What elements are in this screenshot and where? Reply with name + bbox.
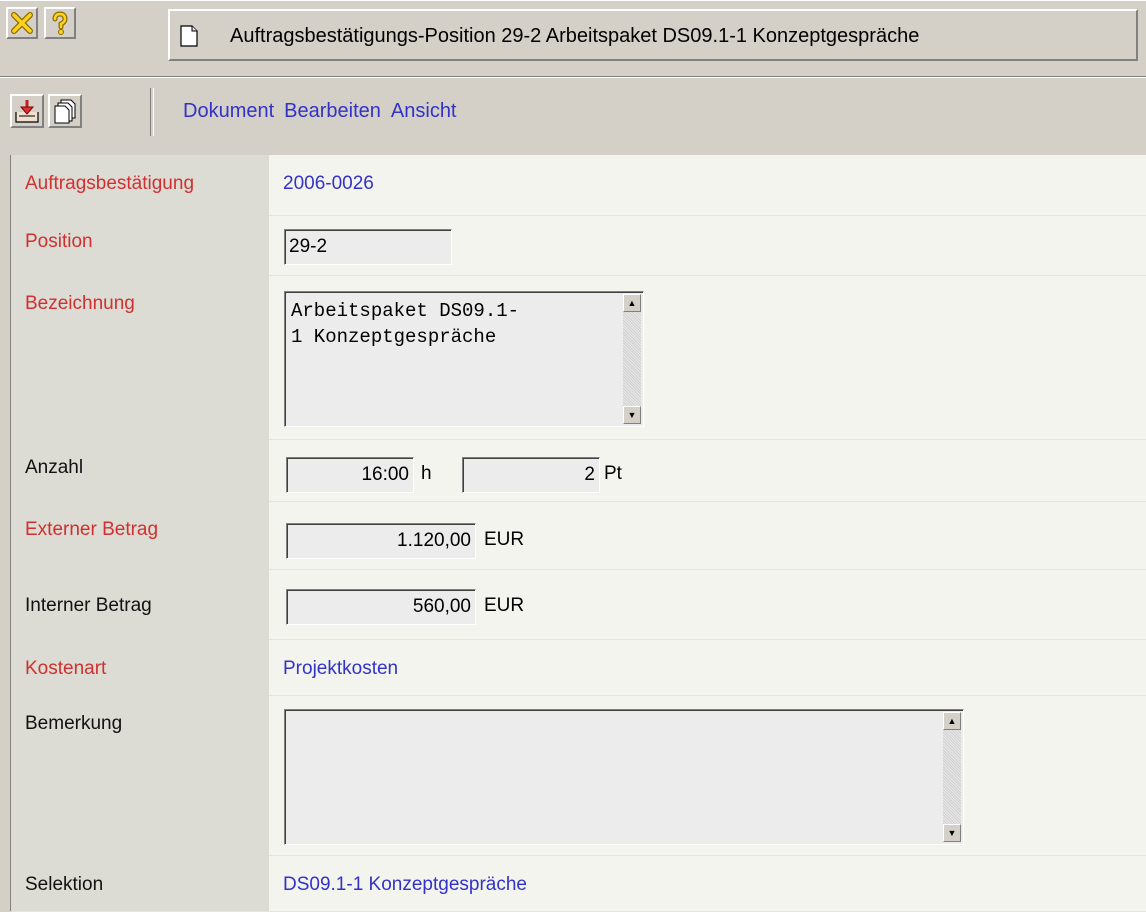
close-button[interactable] bbox=[6, 7, 38, 39]
label-bezeichnung: Bezeichnung bbox=[25, 293, 135, 314]
bezeichnung-scrollbar[interactable]: ▲ ▼ bbox=[623, 294, 641, 424]
label-auftragsbestaetigung: Auftragsbestätigung bbox=[25, 173, 195, 194]
interner-betrag-field[interactable]: 560,00 bbox=[286, 589, 476, 625]
scroll-up-arrow-icon[interactable]: ▲ bbox=[943, 712, 961, 730]
bemerkung-textarea[interactable]: ▲ ▼ bbox=[284, 709, 964, 845]
row-externer-betrag: Externer Betrag 1.120,00 EUR bbox=[11, 501, 1146, 570]
hours-field[interactable]: 16:00 bbox=[286, 457, 414, 493]
document-icon bbox=[180, 25, 198, 47]
externer-betrag-value: 1.120,00 bbox=[397, 530, 471, 551]
menu-bar: Dokument Bearbeiten Ansicht bbox=[183, 100, 467, 123]
scroll-up-arrow-icon[interactable]: ▲ bbox=[623, 294, 641, 312]
row-position: Position 29-2 bbox=[11, 215, 1146, 276]
scroll-down-arrow-icon[interactable]: ▼ bbox=[943, 824, 961, 842]
link-selektion[interactable]: DS09.1-1 Konzeptgespräche bbox=[283, 874, 527, 896]
save-tray-icon bbox=[15, 100, 39, 123]
label-kostenart: Kostenart bbox=[25, 658, 107, 679]
copy-pages-icon bbox=[54, 99, 76, 124]
menu-dokument[interactable]: Dokument bbox=[183, 100, 274, 122]
close-x-icon bbox=[11, 12, 33, 34]
window-title: Auftragsbestätigungs-Position 29-2 Arbei… bbox=[230, 25, 920, 47]
points-unit: Pt bbox=[604, 463, 622, 484]
points-value: 2 bbox=[584, 464, 595, 485]
menu-ansicht[interactable]: Ansicht bbox=[391, 100, 457, 122]
scroll-down-arrow-icon[interactable]: ▼ bbox=[623, 406, 641, 424]
bemerkung-scrollbar[interactable]: ▲ ▼ bbox=[943, 712, 961, 842]
bezeichnung-text: Arbeitspaket DS09.1- 1 Konzeptgespräche bbox=[291, 300, 520, 348]
help-button[interactable] bbox=[44, 7, 76, 39]
hours-value: 16:00 bbox=[361, 464, 409, 485]
window-titlebar: Auftragsbestätigungs-Position 29-2 Arbei… bbox=[0, 0, 1146, 79]
link-kostenart[interactable]: Projektkosten bbox=[283, 658, 398, 680]
toolbar: Dokument Bearbeiten Ansicht bbox=[0, 78, 1146, 148]
bezeichnung-textarea[interactable]: Arbeitspaket DS09.1- 1 Konzeptgespräche … bbox=[284, 291, 644, 427]
label-anzahl: Anzahl bbox=[25, 457, 84, 478]
row-selektion: Selektion DS09.1-1 Konzeptgespräche bbox=[11, 855, 1146, 912]
interner-betrag-value: 560,00 bbox=[412, 596, 471, 617]
label-externer-betrag: Externer Betrag bbox=[25, 519, 159, 540]
row-bezeichnung: Bezeichnung Arbeitspaket DS09.1- 1 Konze… bbox=[11, 275, 1146, 440]
row-anzahl: Anzahl 16:00 h 2 Pt bbox=[11, 439, 1146, 502]
interner-betrag-unit: EUR bbox=[484, 595, 525, 616]
label-position: Position bbox=[25, 231, 93, 252]
row-auftragsbestaetigung: Auftragsbestätigung 2006-0026 bbox=[11, 155, 1146, 216]
link-auftragsbestaetigung[interactable]: 2006-0026 bbox=[283, 173, 374, 195]
label-interner-betrag: Interner Betrag bbox=[25, 595, 152, 616]
row-interner-betrag: Interner Betrag 560,00 EUR bbox=[11, 569, 1146, 640]
question-mark-icon bbox=[52, 11, 68, 35]
form-area: Auftragsbestätigung 2006-0026 Position 2… bbox=[10, 155, 1146, 912]
menu-bearbeiten[interactable]: Bearbeiten bbox=[284, 100, 381, 122]
points-field[interactable]: 2 bbox=[462, 457, 600, 493]
copy-button[interactable] bbox=[48, 94, 82, 128]
row-bemerkung: Bemerkung ▲ ▼ bbox=[11, 695, 1146, 856]
save-button[interactable] bbox=[10, 94, 44, 128]
toolbar-separator bbox=[150, 88, 154, 136]
externer-betrag-unit: EUR bbox=[484, 529, 525, 550]
label-selektion: Selektion bbox=[25, 874, 104, 895]
label-bemerkung: Bemerkung bbox=[25, 713, 123, 734]
title-box: Auftragsbestätigungs-Position 29-2 Arbei… bbox=[168, 9, 1138, 61]
externer-betrag-field[interactable]: 1.120,00 bbox=[286, 523, 476, 559]
row-kostenart: Kostenart Projektkosten bbox=[11, 639, 1146, 696]
position-field[interactable]: 29-2 bbox=[284, 229, 452, 265]
position-value: 29-2 bbox=[289, 236, 328, 257]
hours-unit: h bbox=[421, 463, 432, 484]
